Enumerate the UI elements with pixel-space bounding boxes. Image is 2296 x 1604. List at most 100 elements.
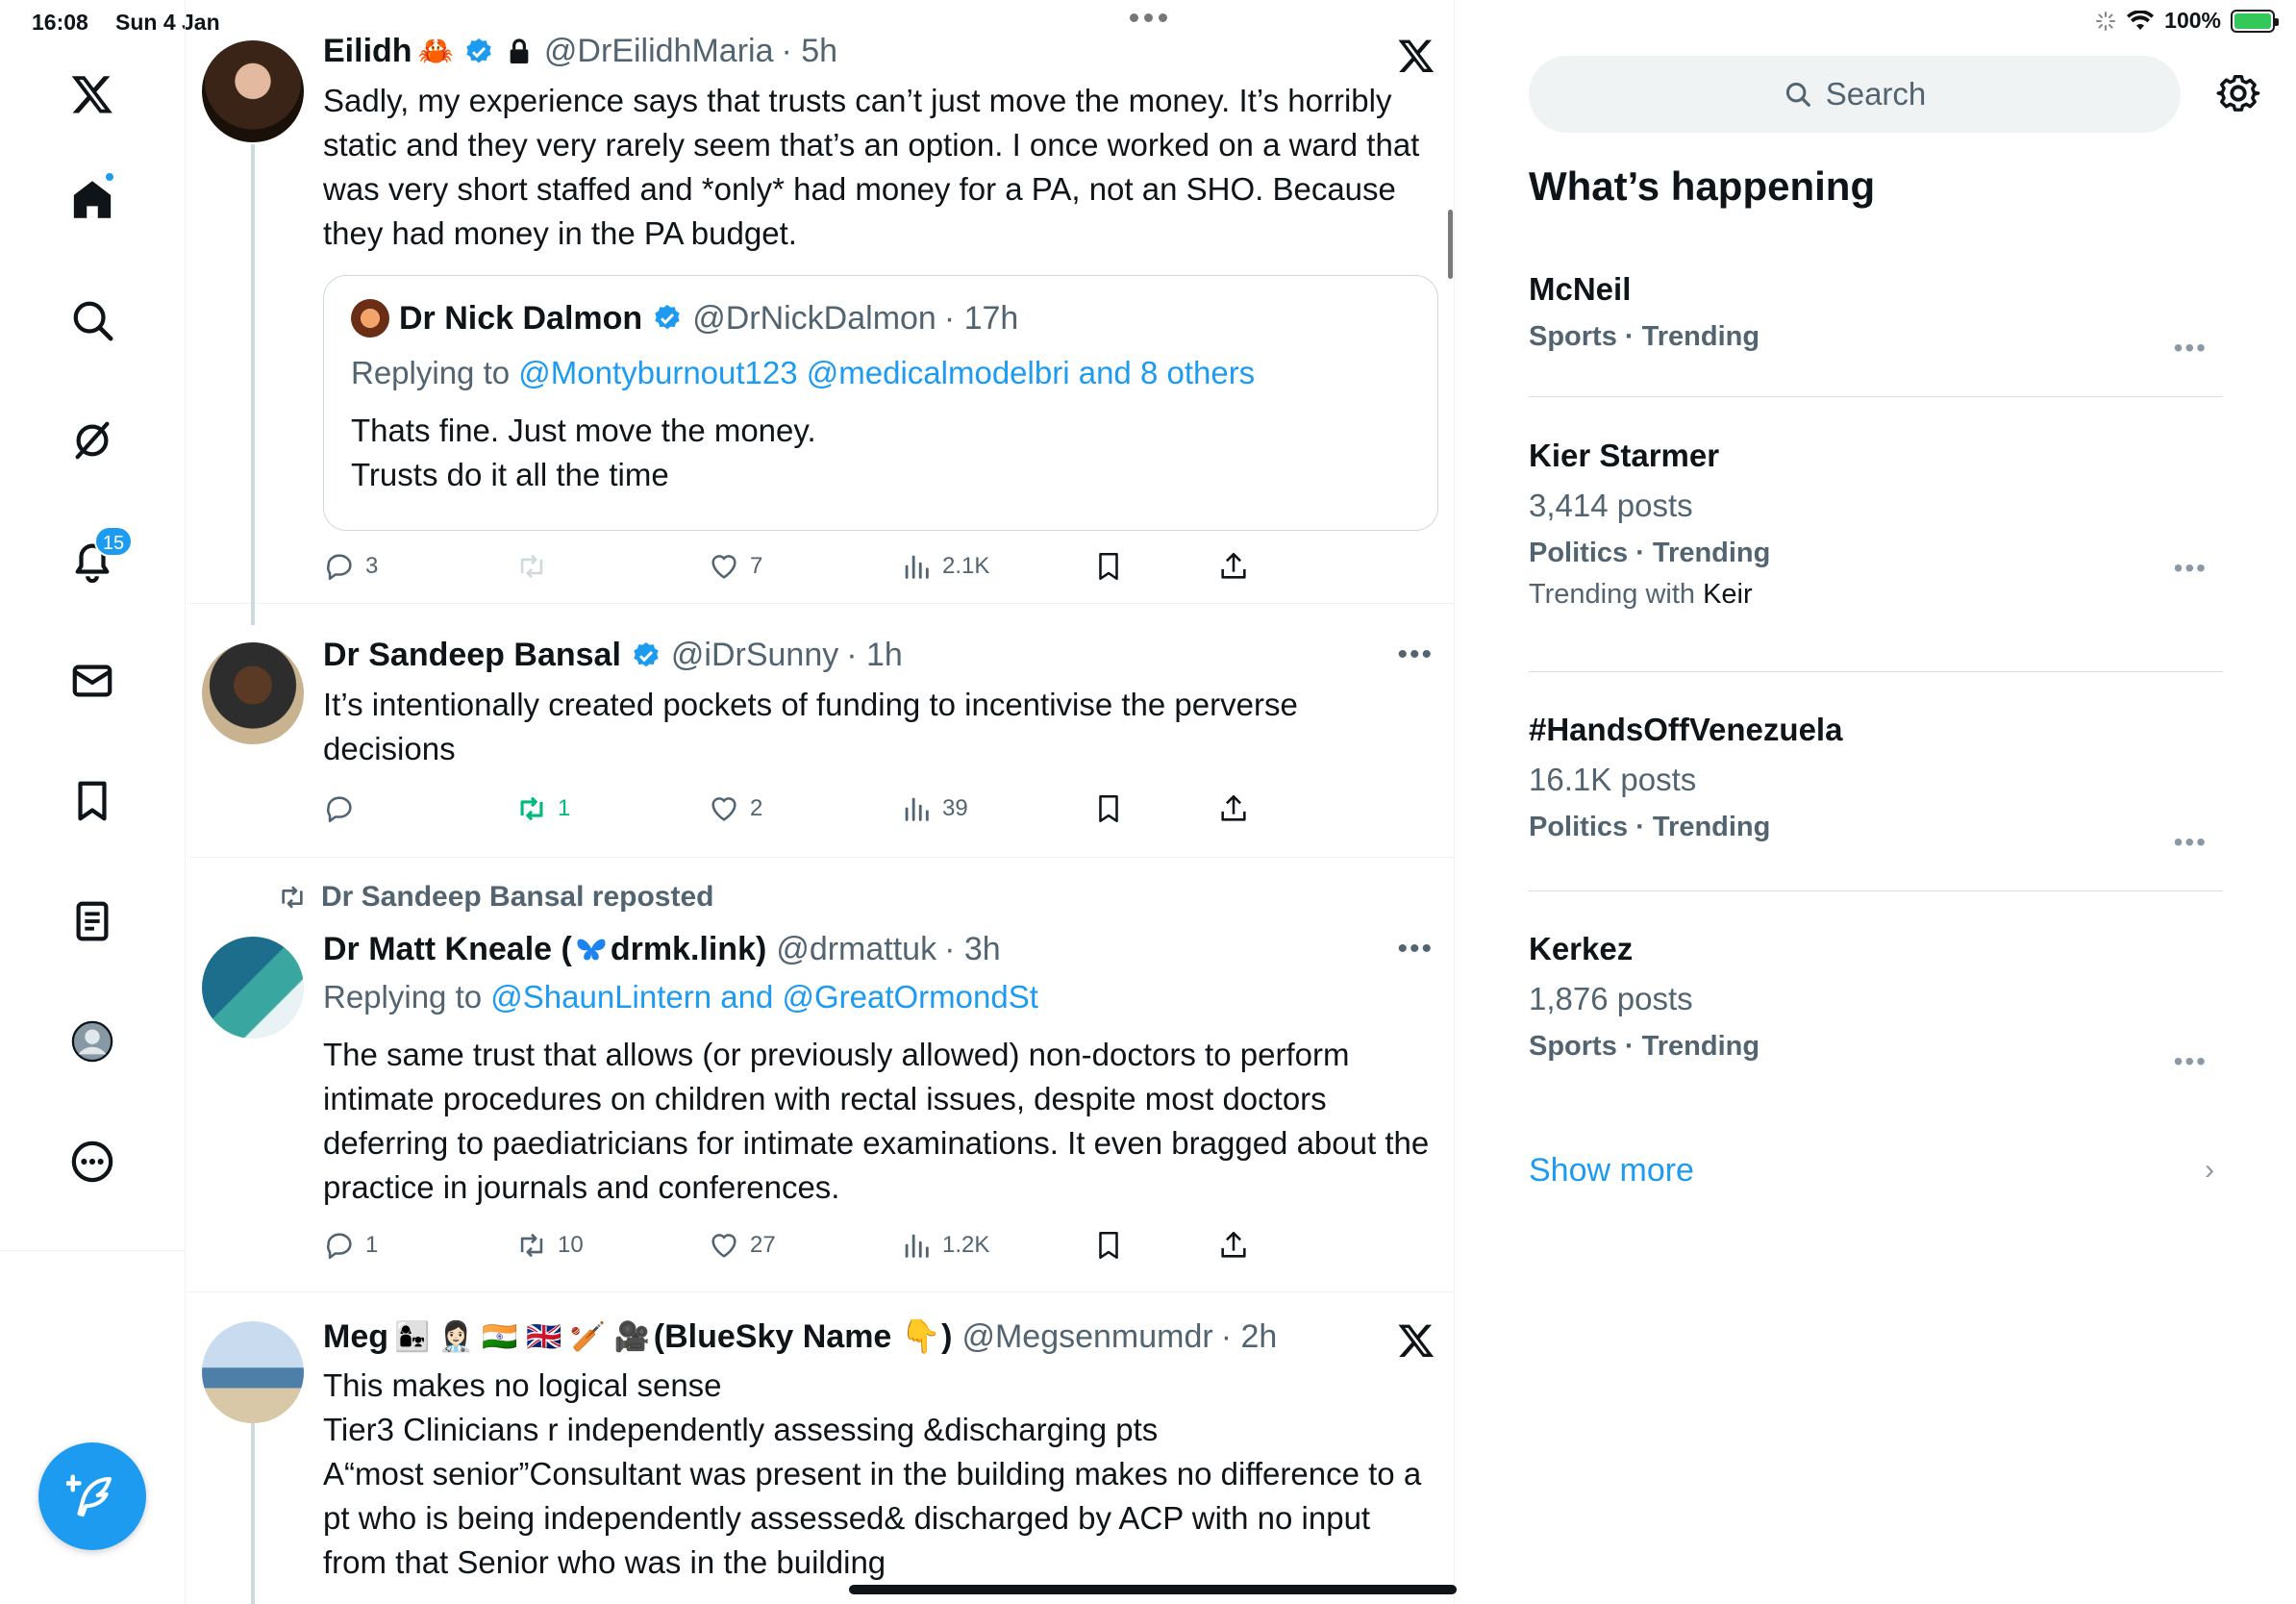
tweet-header: Eilidh 🦀 @DrEilidhMaria · 5h bbox=[323, 33, 837, 70]
repost-label-text[interactable]: Dr Sandeep Bansal reposted bbox=[321, 881, 713, 914]
tweet-header: Dr Sandeep Bansal @iDrSunny · 1h bbox=[323, 637, 903, 674]
tweet[interactable]: Dr Sandeep Bansal @iDrSunny · 1h ••• It’… bbox=[186, 604, 1454, 858]
notifications-bell-icon[interactable]: 15 bbox=[54, 522, 133, 599]
bookmark-button[interactable] bbox=[1092, 550, 1125, 583]
tweet[interactable]: Meg 👩‍👧 👩🏻‍⚕️ 🇮🇳 🇬🇧 🏏 🎥 (BlueSky Name 👇)… bbox=[186, 1292, 1454, 1604]
author-name[interactable]: Dr Sandeep Bansal bbox=[323, 637, 621, 674]
tweet[interactable]: Eilidh 🦀 @DrEilidhMaria · 5h Sadly, my e… bbox=[186, 0, 1454, 625]
more-options-dots-icon[interactable]: ••• bbox=[2174, 333, 2208, 363]
trend-item[interactable]: McNeil Sports · Trending ••• bbox=[1529, 271, 2223, 363]
like-count: 27 bbox=[750, 1232, 776, 1258]
views-button[interactable]: 2.1K bbox=[900, 550, 989, 583]
search-icon[interactable] bbox=[54, 282, 131, 359]
x-logo-icon[interactable] bbox=[1397, 1321, 1435, 1360]
reply-button[interactable] bbox=[323, 792, 356, 825]
avatar[interactable] bbox=[202, 40, 304, 142]
repost-icon bbox=[282, 886, 303, 909]
reply-button[interactable]: 1 bbox=[323, 1229, 378, 1262]
avatar[interactable] bbox=[202, 1321, 304, 1423]
profile-emojis: 👩‍👧 👩🏻‍⚕️ 🇮🇳 🇬🇧 🏏 🎥 bbox=[394, 1320, 650, 1353]
views-chart-icon bbox=[905, 1234, 929, 1258]
quote-text: Thats fine. Just move the money. Trusts … bbox=[351, 413, 816, 492]
author-name-suffix[interactable]: drmk.link) bbox=[611, 931, 766, 968]
thread-line bbox=[251, 1421, 255, 1604]
profile-avatar-icon[interactable] bbox=[54, 1003, 131, 1080]
like-count: 2 bbox=[750, 795, 763, 821]
reply-button[interactable]: 3 bbox=[323, 550, 378, 583]
trending-with-term[interactable]: Keir bbox=[1703, 579, 1753, 610]
home-indicator[interactable] bbox=[849, 1585, 1457, 1594]
bookmark-button[interactable] bbox=[1092, 1229, 1125, 1262]
x-logo-icon[interactable] bbox=[1397, 37, 1435, 75]
quoted-tweet[interactable]: Dr Nick Dalmon @DrNickDalmon · 17h Reply… bbox=[323, 275, 1438, 531]
views-button[interactable]: 39 bbox=[900, 792, 968, 825]
bookmarks-icon[interactable] bbox=[54, 763, 131, 840]
author-name-prefix[interactable]: Meg bbox=[323, 1318, 388, 1356]
avatar[interactable] bbox=[202, 937, 304, 1039]
author-handle[interactable]: @iDrSunny bbox=[671, 637, 838, 674]
new-posts-dot bbox=[104, 171, 115, 183]
trend-item[interactable]: #HandsOffVenezuela 16.1K posts Politics … bbox=[1529, 712, 2223, 857]
share-button[interactable] bbox=[1217, 792, 1250, 825]
bookmark-button[interactable] bbox=[1092, 792, 1125, 825]
trending-with: Trending with Keir bbox=[1529, 579, 2223, 611]
repost-button[interactable]: 1 bbox=[515, 792, 570, 825]
butterfly-emoji-icon bbox=[577, 939, 606, 960]
trend-item[interactable]: Kier Starmer 3,414 posts Politics · Tren… bbox=[1529, 438, 2223, 611]
replying-prefix: Replying to bbox=[323, 979, 491, 1015]
share-button[interactable] bbox=[1217, 1229, 1250, 1262]
author-name-prefix[interactable]: Dr Matt Kneale ( bbox=[323, 931, 572, 968]
author-handle[interactable]: @DrEilidhMaria bbox=[544, 33, 774, 70]
like-button[interactable]: 2 bbox=[708, 792, 762, 825]
left-navigation: 15 bbox=[0, 0, 186, 1604]
verified-badge-icon bbox=[634, 641, 659, 666]
lists-icon[interactable] bbox=[54, 883, 131, 960]
repost-icon bbox=[520, 554, 543, 579]
show-more-link[interactable]: Show more bbox=[1529, 1152, 1694, 1190]
post-time: · 1h bbox=[846, 637, 903, 673]
views-count: 1.2K bbox=[942, 1232, 990, 1258]
replying-to-link[interactable]: @Montyburnout123 @medicalmodelbri and 8 … bbox=[518, 355, 1255, 390]
quote-time: · 17h bbox=[943, 299, 1019, 337]
search-placeholder: Search bbox=[1825, 76, 1927, 112]
author-name-suffix[interactable]: (BlueSky Name 👇) bbox=[654, 1317, 953, 1356]
more-options-dots-icon[interactable]: ••• bbox=[2174, 1046, 2208, 1077]
trend-item[interactable]: Kerkez 1,876 posts Sports · Trending ••• bbox=[1529, 931, 2223, 1076]
share-button[interactable] bbox=[1217, 550, 1250, 583]
replying-to-link[interactable]: @ShaunLintern and @GreatOrmondSt bbox=[490, 979, 1038, 1015]
crab-emoji: 🦀 bbox=[417, 36, 454, 67]
home-icon[interactable] bbox=[54, 162, 131, 238]
messages-mail-icon[interactable] bbox=[54, 642, 131, 719]
reply-icon bbox=[327, 1233, 352, 1260]
author-handle[interactable]: @Megsenmumdr bbox=[961, 1318, 1212, 1356]
more-options-icon[interactable] bbox=[54, 1123, 131, 1200]
more-options-dots-icon[interactable]: ••• bbox=[1397, 933, 1434, 965]
grok-icon[interactable] bbox=[54, 402, 131, 479]
replying-to: Replying to @ShaunLintern and @GreatOrmo… bbox=[323, 979, 1038, 1015]
trend-posts: 3,414 posts bbox=[1529, 488, 1693, 523]
views-count: 39 bbox=[942, 795, 968, 821]
quote-header: Dr Nick Dalmon @DrNickDalmon · 17h bbox=[351, 299, 1018, 338]
avatar[interactable] bbox=[202, 642, 304, 744]
author-name[interactable]: Eilidh bbox=[323, 33, 412, 70]
search-input[interactable]: Search bbox=[1529, 56, 2181, 133]
author-handle[interactable]: @drmattuk bbox=[776, 931, 936, 968]
settings-gear-icon[interactable] bbox=[2216, 71, 2260, 115]
more-options-dots-icon[interactable]: ••• bbox=[2174, 553, 2208, 584]
tweet[interactable]: Dr Sandeep Bansal reposted Dr Matt Kneal… bbox=[186, 858, 1454, 1292]
chevron-right-icon[interactable]: › bbox=[2205, 1154, 2214, 1187]
repost-count: 1 bbox=[558, 795, 571, 821]
more-options-dots-icon[interactable]: ••• bbox=[1397, 639, 1434, 671]
like-button[interactable]: 7 bbox=[708, 550, 762, 583]
more-options-dots-icon[interactable]: ••• bbox=[2174, 827, 2208, 858]
repost-button[interactable]: 10 bbox=[515, 1229, 584, 1262]
trend-name: McNeil bbox=[1529, 271, 1632, 307]
like-button[interactable]: 27 bbox=[708, 1229, 776, 1262]
compose-post-button[interactable] bbox=[38, 1442, 146, 1550]
views-button[interactable]: 1.2K bbox=[900, 1229, 989, 1262]
post-time: · 2h bbox=[1220, 1317, 1278, 1355]
x-logo-icon[interactable] bbox=[54, 56, 131, 133]
trend-name: #HandsOffVenezuela bbox=[1529, 712, 1843, 747]
scrollbar-thumb[interactable] bbox=[1448, 210, 1453, 279]
reply-icon bbox=[327, 796, 352, 823]
